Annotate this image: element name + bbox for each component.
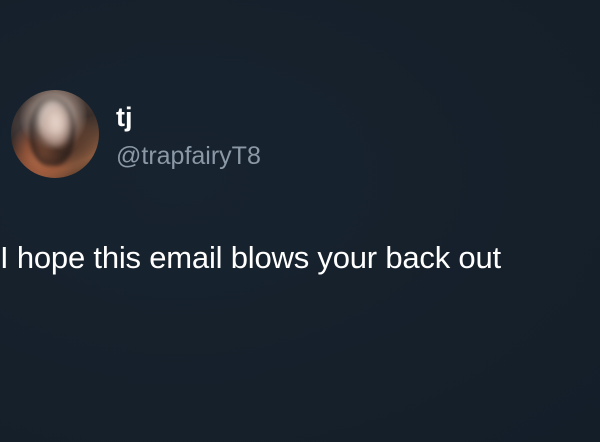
avatar[interactable] — [11, 90, 99, 178]
avatar-face-shape — [41, 106, 71, 146]
author-handle[interactable]: @trapfairyT8 — [116, 141, 261, 171]
tweet-card: tj @trapfairyT8 I hope this email blows … — [0, 0, 600, 442]
author-display-name[interactable]: tj — [116, 101, 133, 133]
tweet-text: I hope this email blows your back out — [0, 240, 501, 275]
